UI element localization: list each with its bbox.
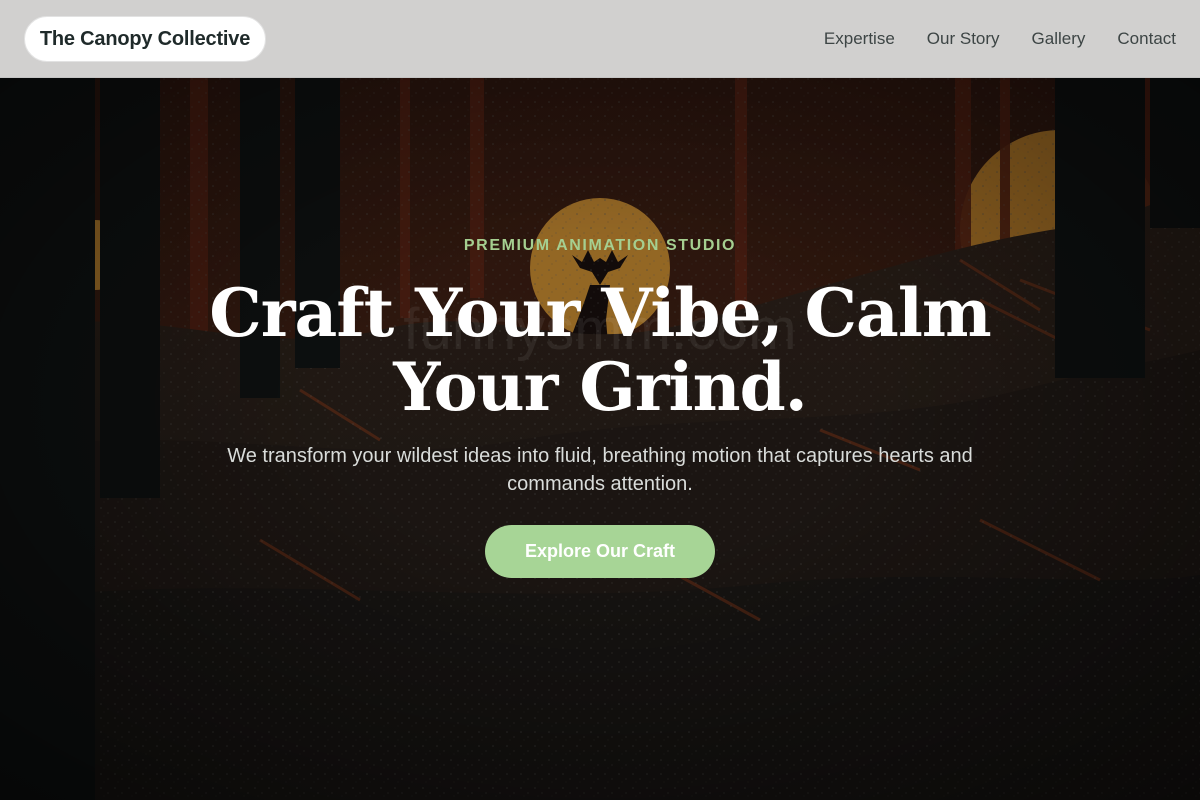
hero-section: PREMIUM ANIMATION STUDIO Craft Your Vibe… [0, 78, 1200, 800]
logo-text: The Canopy Collective [39, 27, 251, 50]
hero-headline: Craft Your Vibe, Calm Your Grind. [209, 274, 991, 426]
nav-links: Expertise Our Story Gallery Contact [824, 0, 1176, 78]
hero-eyebrow: PREMIUM ANIMATION STUDIO [463, 237, 737, 254]
page: The Canopy Collective Expertise Our Stor… [0, 0, 1200, 800]
explore-craft-button[interactable]: Explore Our Craft [485, 525, 715, 578]
logo-link[interactable]: The Canopy Collective [24, 16, 266, 62]
nav-link-our-story[interactable]: Our Story [927, 29, 1000, 49]
nav-link-gallery[interactable]: Gallery [1032, 29, 1086, 49]
nav-link-expertise[interactable]: Expertise [824, 29, 895, 49]
top-navbar: The Canopy Collective Expertise Our Stor… [0, 0, 1200, 78]
nav-link-contact[interactable]: Contact [1117, 29, 1176, 49]
hero-subtext: We transform your wildest ideas into flu… [227, 445, 973, 495]
